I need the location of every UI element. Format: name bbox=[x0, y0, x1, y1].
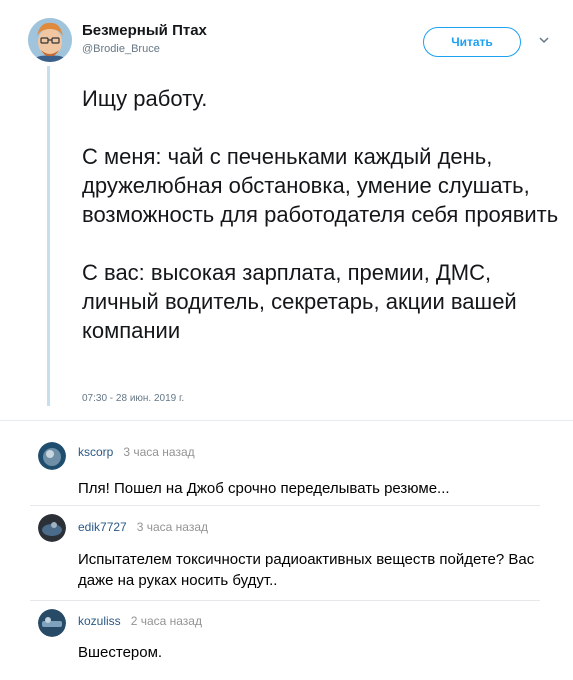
follow-button[interactable]: Читать bbox=[423, 27, 521, 57]
comment-username[interactable]: kscorp bbox=[78, 445, 113, 459]
commenter-avatar[interactable] bbox=[38, 609, 66, 637]
comment-username[interactable]: edik7727 bbox=[78, 520, 127, 534]
comment-text: Пля! Пошел на Джоб срочно переделывать р… bbox=[78, 480, 450, 497]
comment-username[interactable]: kozuliss bbox=[78, 614, 121, 628]
tweet-paragraph: Ищу работу. bbox=[82, 86, 208, 111]
comment-author[interactable]: kozuliss 2 часа назад bbox=[78, 614, 202, 628]
thread-line bbox=[47, 66, 50, 406]
author-handle[interactable]: @Brodie_Bruce bbox=[82, 43, 160, 55]
divider bbox=[0, 420, 573, 421]
author-avatar[interactable] bbox=[28, 18, 72, 62]
tweet-paragraph: С меня: чай с печеньками каждый день, др… bbox=[82, 144, 559, 227]
comment-text: Вшестером. bbox=[78, 644, 163, 661]
chevron-down-icon[interactable] bbox=[537, 33, 551, 47]
comment-time: 3 часа назад bbox=[136, 520, 209, 534]
tweet-paragraph: С вас: высокая зарплата, премии, ДМС, ли… bbox=[82, 260, 517, 343]
author-name[interactable]: Безмерный Птах bbox=[82, 22, 207, 39]
comment-time: 3 часа назад bbox=[123, 445, 195, 459]
comment-time: 2 часа назад bbox=[130, 614, 202, 628]
comment-author[interactable]: kscorp 3 часа назад bbox=[78, 445, 195, 459]
comment-divider bbox=[30, 505, 540, 506]
comment-author[interactable]: edik7727 3 часа назад bbox=[78, 520, 208, 534]
comment-divider bbox=[30, 600, 540, 601]
commenter-avatar[interactable] bbox=[38, 514, 66, 542]
commenter-avatar[interactable] bbox=[38, 442, 66, 470]
tweet-timestamp[interactable]: 07:30 - 28 июн. 2019 г. bbox=[82, 393, 184, 404]
tweet-text: Ищу работу. С меня: чай с печеньками каж… bbox=[82, 84, 562, 345]
tweet-card: Безмерный Птах @Brodie_Bruce Читать Ищу … bbox=[0, 0, 573, 420]
comment-text: Испытателем токсичности радиоактивных ве… bbox=[78, 551, 535, 589]
